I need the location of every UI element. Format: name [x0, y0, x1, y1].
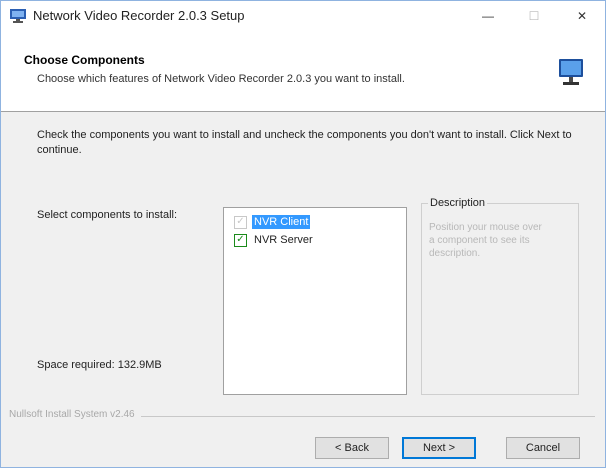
next-button[interactable]: Next >: [402, 437, 476, 459]
component-item-nvr-server[interactable]: ✓ NVR Server: [234, 232, 315, 248]
nvr-client-checkbox: ✓: [234, 215, 247, 229]
component-item-nvr-client[interactable]: ✓ NVR Client: [234, 214, 311, 230]
description-legend: Description: [428, 197, 488, 209]
minimize-button[interactable]: —: [465, 1, 511, 31]
wizard-header: Choose Components Choose which features …: [1, 31, 605, 112]
select-components-label: Select components to install:: [37, 209, 178, 221]
cancel-button[interactable]: Cancel: [506, 437, 580, 459]
back-button[interactable]: < Back: [315, 437, 389, 459]
component-label: NVR Client: [252, 215, 311, 229]
close-icon: ✕: [576, 9, 588, 23]
installer-app-icon: [9, 8, 27, 24]
setup-window: Network Video Recorder 2.0.3 Setup — ☐ ✕…: [0, 0, 606, 468]
maximize-icon: ☐: [528, 9, 540, 23]
page-title: Choose Components: [24, 53, 145, 67]
page-subtitle: Choose which features of Network Video R…: [37, 73, 405, 85]
maximize-button: ☐: [511, 1, 557, 31]
nsis-branding: Nullsoft Install System v2.46: [9, 409, 141, 420]
window-title: Network Video Recorder 2.0.3 Setup: [33, 8, 245, 23]
component-label: NVR Server: [254, 234, 313, 246]
minimize-icon: —: [482, 9, 494, 23]
nvr-server-checkbox[interactable]: ✓: [234, 233, 247, 247]
title-bar[interactable]: Network Video Recorder 2.0.3 Setup — ☐ ✕: [1, 1, 605, 31]
monitor-icon: [557, 57, 585, 89]
close-button[interactable]: ✕: [559, 1, 605, 31]
instructions-text: Check the components you want to install…: [37, 129, 572, 156]
components-tree[interactable]: ✓ NVR Client ✓ NVR Server: [223, 207, 407, 395]
description-text: Position your mouse over a component to …: [429, 222, 542, 259]
space-required-label: Space required: 132.9MB: [37, 359, 162, 371]
